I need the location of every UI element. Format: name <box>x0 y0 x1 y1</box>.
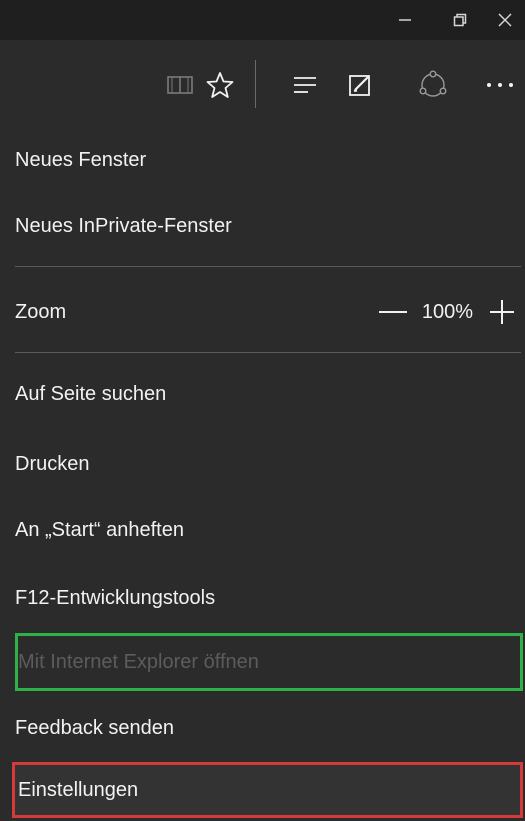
minus-icon <box>378 311 407 313</box>
minimize-button[interactable] <box>385 0 425 40</box>
menu-item-new-private-window[interactable]: Neues InPrivate-Fenster <box>0 198 525 254</box>
hub-icon <box>294 77 316 93</box>
menu-separator <box>15 266 521 267</box>
browser-more-menu-panel: Neues Fenster Neues InPrivate-Fenster Zo… <box>0 0 525 821</box>
menu-item-find-on-page[interactable]: Auf Seite suchen <box>0 366 525 422</box>
menu-item-open-with-internet-explorer: Mit Internet Explorer öffnen <box>15 633 523 691</box>
minimize-icon <box>399 19 411 21</box>
menu-item-label: Auf Seite suchen <box>15 382 167 405</box>
menu-item-label: Feedback senden <box>15 716 175 739</box>
more-button[interactable] <box>475 55 525 115</box>
zoom-level: 100% <box>421 300 473 323</box>
more-icon <box>487 83 513 87</box>
menu-item-settings[interactable]: Einstellungen <box>12 762 523 818</box>
toolbar-divider <box>255 60 256 108</box>
plus-icon <box>490 300 514 324</box>
share-button[interactable] <box>408 55 458 115</box>
close-icon <box>498 13 512 27</box>
menu-separator <box>15 352 521 353</box>
zoom-out-button[interactable] <box>370 289 416 335</box>
menu-item-developer-tools[interactable]: F12-Entwicklungstools <box>0 570 525 626</box>
menu-item-label: Mit Internet Explorer öffnen <box>18 650 259 673</box>
menu-item-label: Neues Fenster <box>15 148 147 171</box>
reading-view-icon <box>167 76 193 94</box>
menu-item-label: F12-Entwicklungstools <box>15 586 216 609</box>
menu-item-print[interactable]: Drucken <box>0 436 525 492</box>
browser-toolbar <box>0 40 525 130</box>
zoom-controls: 100% <box>370 284 525 340</box>
title-bar <box>0 0 525 40</box>
menu-item-pin-to-start[interactable]: An „Start“ anheften <box>0 502 525 558</box>
restore-button[interactable] <box>440 0 480 40</box>
restore-icon <box>453 13 467 27</box>
close-button[interactable] <box>485 0 525 40</box>
favorite-button[interactable] <box>195 55 245 115</box>
menu-item-send-feedback[interactable]: Feedback senden <box>0 700 525 756</box>
menu-item-label: An „Start“ anheften <box>15 518 184 541</box>
menu-item-label: Einstellungen <box>18 778 139 801</box>
web-note-icon <box>349 75 370 96</box>
menu-item-zoom: Zoom 100% <box>0 284 525 340</box>
favorite-star-icon <box>206 72 234 98</box>
share-icon <box>419 70 447 97</box>
web-note-button[interactable] <box>335 55 385 115</box>
hub-button[interactable] <box>280 55 330 115</box>
menu-item-label: Drucken <box>15 452 90 475</box>
menu-item-new-window[interactable]: Neues Fenster <box>0 132 525 188</box>
zoom-label: Zoom <box>15 300 67 323</box>
menu-item-label: Neues InPrivate-Fenster <box>15 214 232 237</box>
zoom-in-button[interactable] <box>479 289 525 335</box>
